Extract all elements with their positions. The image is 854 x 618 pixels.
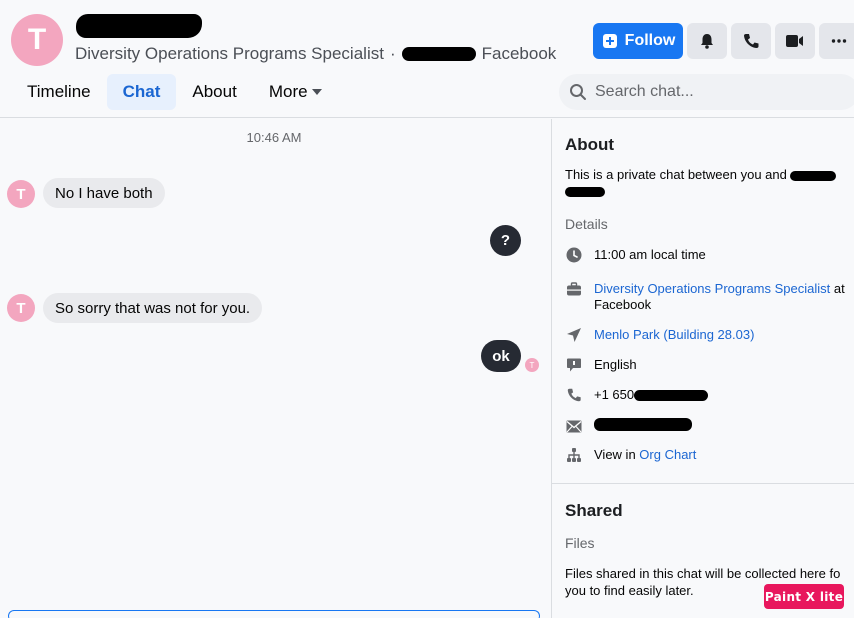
- message-bubble-incoming[interactable]: No I have both: [43, 178, 165, 208]
- avatar[interactable]: T: [7, 294, 35, 322]
- more-icon: [831, 39, 847, 43]
- tab-label: More: [268, 82, 308, 101]
- role-link[interactable]: Diversity Operations Programs Specialist: [594, 281, 830, 296]
- speech-bubble-icon: [565, 357, 582, 373]
- video-call-button[interactable]: [775, 23, 815, 59]
- tab-chat[interactable]: Chat: [106, 74, 177, 110]
- message-timestamp: 10:46 AM: [246, 130, 302, 145]
- watermark-logo: Paint X lite: [764, 584, 844, 609]
- more-options-button[interactable]: [819, 23, 854, 59]
- tab-about[interactable]: About: [176, 74, 252, 110]
- chat-thread[interactable]: 10:46 AM T No I have both ? T So sorry t…: [0, 119, 551, 618]
- follow-label: Follow: [624, 32, 676, 49]
- org-prefix: View in: [594, 447, 640, 462]
- language-text: English: [594, 357, 637, 372]
- role-text: Diversity Operations Programs Specialist: [75, 44, 384, 63]
- read-receipt-avatar: T: [525, 358, 539, 372]
- tab-label: Timeline: [27, 82, 91, 101]
- notifications-button[interactable]: [687, 23, 727, 59]
- files-text-line: Files shared in this chat will be collec…: [565, 566, 841, 581]
- profile-tabs: Timeline Chat About More: [11, 74, 338, 110]
- role-at: at: [830, 281, 845, 296]
- company-text: Facebook: [481, 44, 557, 63]
- video-icon: [786, 35, 803, 47]
- detail-role: Diversity Operations Programs Specialist…: [565, 281, 850, 313]
- chat-info-panel: About This is a private chat between you…: [551, 119, 854, 618]
- caret-down-icon: [311, 89, 322, 95]
- files-label: Files: [565, 535, 595, 551]
- redacted-block: [594, 418, 692, 431]
- avatar[interactable]: T: [11, 14, 63, 66]
- role-detail: Diversity Operations Programs Specialist…: [594, 281, 845, 313]
- org-chart-icon: [565, 447, 582, 463]
- detail-location: Menlo Park (Building 28.03): [565, 327, 850, 343]
- tab-timeline[interactable]: Timeline: [11, 74, 107, 110]
- redacted-block: [565, 186, 605, 197]
- shared-heading: Shared: [565, 501, 623, 520]
- clock-icon: [565, 247, 582, 263]
- org-chart-link[interactable]: Org Chart: [639, 447, 696, 462]
- name-redacted: [76, 14, 202, 38]
- tab-more[interactable]: More: [253, 74, 338, 110]
- message-bubble-incoming[interactable]: So sorry that was not for you.: [43, 293, 263, 323]
- local-time-text: 11:00 am local time: [594, 247, 706, 262]
- phone-icon: [565, 387, 582, 403]
- detail-language: English: [565, 357, 850, 373]
- tab-label: About: [192, 82, 237, 101]
- search-input[interactable]: [595, 83, 845, 101]
- redacted-block: [401, 47, 476, 61]
- briefcase-icon: [565, 281, 582, 297]
- avatar[interactable]: T: [7, 180, 35, 208]
- role-company: Facebook: [594, 297, 652, 312]
- location-link[interactable]: Menlo Park (Building 28.03): [594, 327, 754, 343]
- follow-plus-icon: [602, 34, 617, 48]
- about-text: This is a private chat between you and: [565, 167, 787, 182]
- phone-prefix: +1 650: [594, 387, 635, 402]
- message-composer[interactable]: [8, 610, 540, 618]
- search-icon: [570, 84, 586, 100]
- divider: [552, 483, 854, 484]
- details-label: Details: [565, 216, 608, 232]
- search-chat[interactable]: [559, 74, 854, 110]
- redacted-block: [790, 170, 837, 181]
- phone-icon: [744, 34, 759, 48]
- separator: ·: [389, 44, 396, 63]
- message-bubble-outgoing[interactable]: ok: [481, 340, 521, 372]
- detail-email: [565, 418, 850, 434]
- tab-label: Chat: [122, 82, 161, 101]
- about-description: This is a private chat between you and: [565, 167, 845, 199]
- redacted-block: [634, 390, 709, 402]
- envelope-icon: [565, 418, 582, 434]
- detail-phone: +1 650: [565, 387, 850, 403]
- profile-header: T Diversity Operations Programs Speciali…: [0, 0, 854, 118]
- profile-subtitle: Diversity Operations Programs Specialist…: [75, 44, 556, 64]
- call-button[interactable]: [731, 23, 771, 59]
- detail-org-chart: View in Org Chart: [565, 447, 850, 463]
- files-text-line: you to find easily later.: [565, 583, 694, 598]
- location-arrow-icon: [565, 327, 582, 343]
- follow-button[interactable]: Follow: [593, 23, 683, 59]
- org-chart-text: View in Org Chart: [594, 447, 696, 463]
- bell-icon: [701, 34, 713, 49]
- message-bubble-outgoing[interactable]: ?: [490, 225, 521, 256]
- phone-value[interactable]: +1 650: [594, 387, 709, 403]
- about-heading: About: [565, 135, 615, 154]
- detail-local-time: 11:00 am local time: [565, 247, 850, 263]
